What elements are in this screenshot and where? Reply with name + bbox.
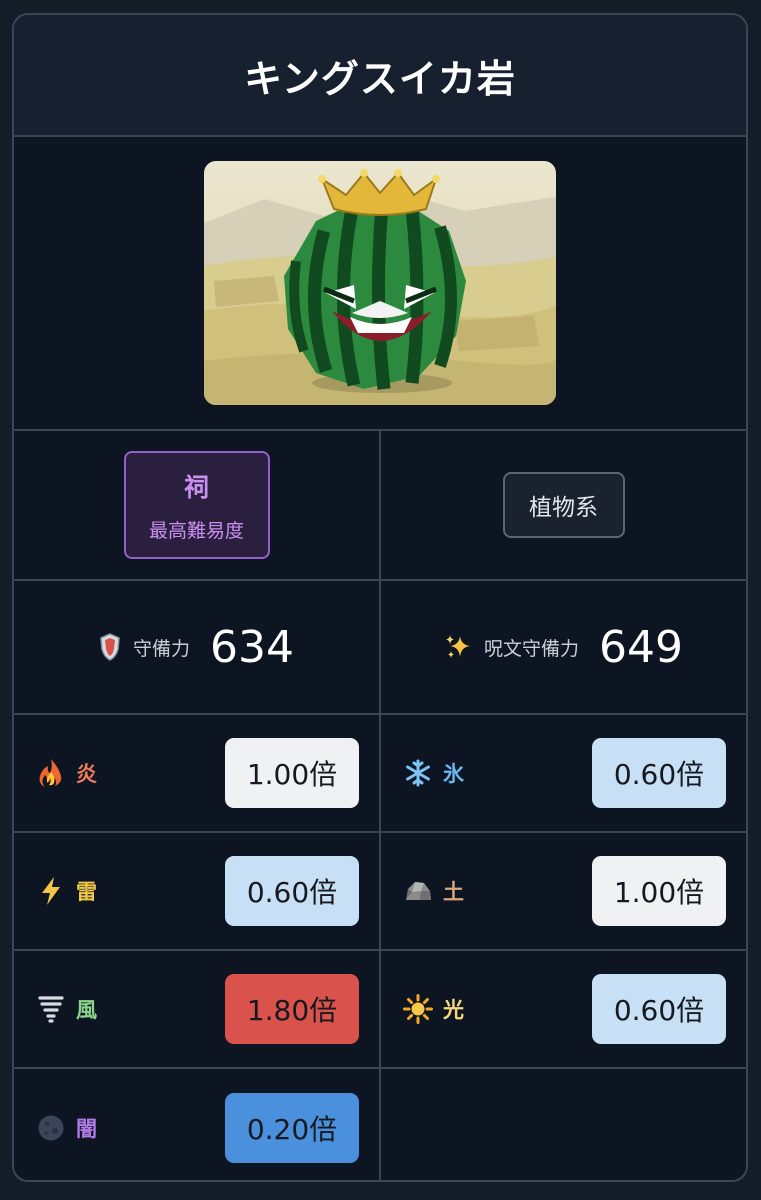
difficulty-label: 祠 — [183, 472, 209, 502]
type-label: 植物系 — [529, 495, 598, 521]
defense-row: 守備力 634 呪文守備力 649 — [14, 581, 746, 715]
multiplier-badge: 0.20倍 — [225, 1093, 359, 1163]
fire-icon — [36, 758, 66, 788]
element-label: 闇 — [76, 1117, 97, 1141]
monster-name: キングスイカ岩 — [244, 56, 516, 101]
snowflake-icon — [403, 758, 433, 788]
monster-card: キングスイカ岩 祠 最高難易度 植物系 守備力 634 呪文守備力 649 炎 … — [12, 13, 748, 1182]
rock-icon — [403, 876, 433, 906]
element-ice: 氷 0.60倍 — [381, 715, 746, 831]
element-label: 土 — [443, 880, 464, 904]
element-earth: 土 1.00倍 — [381, 833, 746, 949]
element-label: 風 — [76, 998, 97, 1022]
image-section — [14, 137, 746, 431]
monster-image — [204, 161, 556, 405]
tags-row: 祠 最高難易度 植物系 — [14, 431, 746, 581]
element-dark: 闇 0.20倍 — [14, 1069, 381, 1180]
element-row-4: 闇 0.20倍 — [14, 1069, 746, 1180]
difficulty-badge: 祠 最高難易度 — [123, 451, 270, 559]
element-row-2: 雷 0.60倍 土 1.00倍 — [14, 833, 746, 951]
physical-defense-cell: 守備力 634 — [14, 581, 381, 713]
empty-cell — [381, 1069, 746, 1180]
element-label: 雷 — [76, 880, 97, 904]
dark-moon-icon — [36, 1113, 66, 1143]
card-header: キングスイカ岩 — [14, 15, 746, 137]
element-label: 光 — [443, 998, 464, 1022]
tornado-icon — [36, 994, 66, 1024]
multiplier-value: 0.60倍 — [613, 994, 705, 1027]
element-label: 氷 — [443, 762, 464, 786]
multiplier-value: 1.00倍 — [613, 876, 705, 909]
multiplier-badge: 0.60倍 — [225, 856, 359, 926]
element-light: 光 0.60倍 — [381, 951, 746, 1067]
element-row-1: 炎 1.00倍 氷 0.60倍 — [14, 715, 746, 833]
multiplier-badge: 1.00倍 — [225, 738, 359, 808]
multiplier-value: 0.20倍 — [246, 1113, 338, 1146]
type-cell: 植物系 — [381, 431, 746, 579]
monster-illustration — [204, 161, 556, 405]
sun-icon — [403, 994, 433, 1024]
multiplier-value: 1.00倍 — [246, 758, 338, 791]
multiplier-badge: 1.00倍 — [592, 856, 726, 926]
shield-icon — [99, 633, 121, 661]
multiplier-value: 1.80倍 — [246, 994, 338, 1027]
physical-defense-label: 守備力 — [133, 637, 191, 660]
spell-defense-value: 649 — [599, 621, 683, 673]
spell-defense-label: 呪文守備力 — [484, 637, 580, 660]
element-label: 炎 — [76, 762, 97, 786]
difficulty-cell: 祠 最高難易度 — [14, 431, 381, 579]
difficulty-sub-label: 最高難易度 — [148, 519, 244, 542]
element-wind: 風 1.80倍 — [14, 951, 381, 1067]
type-badge: 植物系 — [502, 472, 625, 538]
multiplier-value: 0.60倍 — [613, 758, 705, 791]
spell-defense-cell: 呪文守備力 649 — [381, 581, 746, 713]
multiplier-badge: 0.60倍 — [592, 738, 726, 808]
physical-defense-value: 634 — [210, 621, 294, 673]
multiplier-badge: 0.60倍 — [592, 974, 726, 1044]
multiplier-value: 0.60倍 — [246, 876, 338, 909]
lightning-icon — [36, 876, 66, 906]
element-fire: 炎 1.00倍 — [14, 715, 381, 831]
element-thunder: 雷 0.60倍 — [14, 833, 381, 949]
sparkles-icon — [444, 633, 472, 661]
multiplier-badge: 1.80倍 — [225, 974, 359, 1044]
element-row-3: 風 1.80倍 光 0.60倍 — [14, 951, 746, 1069]
